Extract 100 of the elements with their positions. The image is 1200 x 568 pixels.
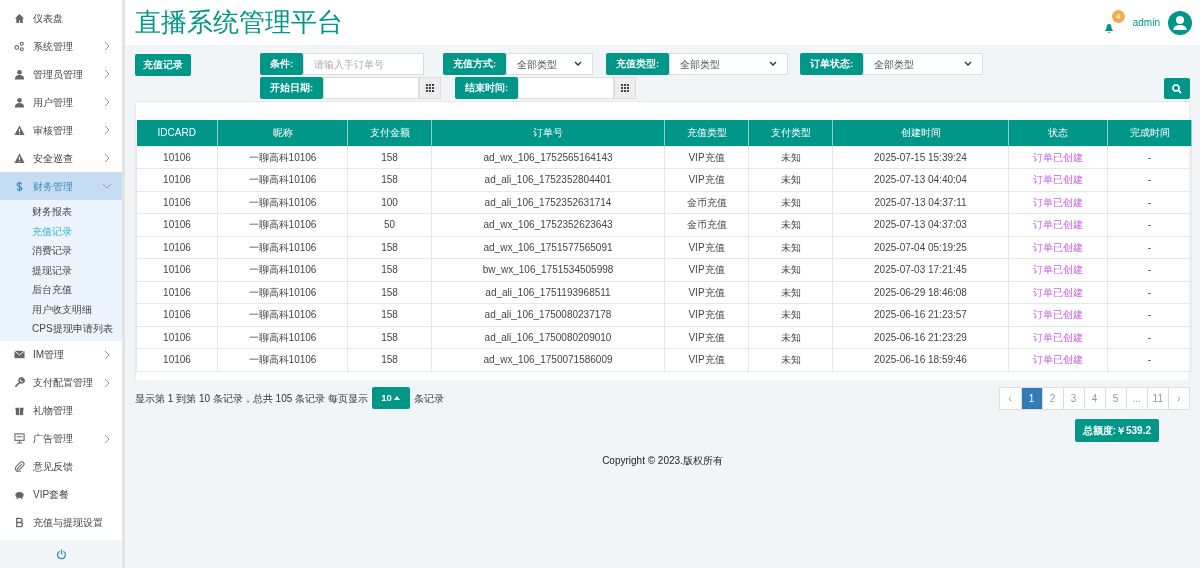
table-cell: 10106 (136, 168, 218, 191)
table-cell: - (1107, 348, 1192, 371)
table-cell: 未知 (748, 326, 833, 349)
date-field[interactable] (323, 77, 419, 99)
submenu-item[interactable]: 消费记录 (0, 241, 122, 261)
table-cell: ad_ali_106_1750080237178 (431, 303, 665, 326)
sidebar-item[interactable]: 意见反馈 (0, 452, 122, 481)
caret-icon (574, 61, 582, 67)
filter-label: 订单状态: (800, 53, 864, 75)
sidebar-item[interactable]: 安全巡查 (0, 144, 122, 172)
sidebar-item[interactable]: 充值与提现设置 (0, 508, 122, 537)
table-cell: 158 (347, 146, 432, 169)
page-link[interactable]: 1 (1020, 387, 1042, 409)
table-cell: ad_wx_106_1750071586009 (431, 348, 665, 371)
column-header: 完成时间 (1107, 120, 1192, 146)
table-cell: 未知 (748, 236, 833, 259)
date-field[interactable] (518, 77, 614, 99)
search-button[interactable] (1164, 78, 1190, 99)
sidebar-item[interactable]: 用户管理 (0, 88, 122, 116)
table-cell: 158 (347, 168, 432, 191)
sidebar-item[interactable]: 审核管理 (0, 116, 122, 144)
table-cell: - (1107, 191, 1192, 214)
chevron-icon (102, 125, 112, 135)
table-cell: 一聊高科10106 (217, 191, 348, 214)
avatar-icon[interactable] (1168, 10, 1192, 35)
column-header: IDCARD (136, 120, 218, 146)
sidebar-item[interactable]: 仪表盘 (0, 4, 122, 32)
submenu-item[interactable]: 提现记录 (0, 260, 122, 280)
table-cell: 158 (347, 236, 432, 259)
table-cell: 订单已创建 (1008, 258, 1108, 281)
table-cell: 未知 (748, 348, 833, 371)
sidebar-item[interactable]: 系统管理 (0, 32, 122, 60)
table-cell: 未知 (748, 168, 833, 191)
table-cell: ad_wx_106_1752352623643 (431, 213, 665, 236)
envelope-icon (14, 349, 25, 360)
type-dropdown[interactable]: 全部类型 (506, 53, 593, 75)
table-cell: 2025-07-03 17:21:45 (832, 258, 1009, 281)
user-name[interactable]: admin (1132, 15, 1160, 30)
table-cell: 158 (347, 326, 432, 349)
table-cell: 一聊高科10106 (217, 326, 348, 349)
type-dropdown[interactable]: 全部类型 (669, 53, 788, 75)
type-dropdown[interactable]: 全部类型 (863, 53, 983, 75)
user-icon (14, 68, 25, 80)
table-cell: bw_wx_106_1751534505998 (431, 258, 665, 281)
table-cell: 未知 (748, 258, 833, 281)
table-cell: 10106 (136, 146, 218, 169)
calendar-button[interactable] (614, 77, 636, 99)
sidebar-item[interactable]: 支付配置管理 (0, 368, 122, 397)
submenu-item[interactable]: CPS提现申请列表 (0, 319, 122, 339)
table-cell: 一聊高科10106 (217, 146, 348, 169)
grid-icon (426, 84, 434, 92)
column-header: 状态 (1008, 120, 1108, 146)
table-cell: - (1107, 258, 1192, 281)
table-cell: 订单已创建 (1008, 348, 1108, 371)
caret-icon (964, 61, 972, 67)
sidebar-item[interactable]: 管理员管理 (0, 60, 122, 88)
table-cell: 2025-06-29 18:46:08 (832, 281, 1009, 304)
wrench-icon (14, 377, 25, 388)
recharge-records-button[interactable]: 充值记录 (135, 54, 191, 76)
column-header: 创建时间 (832, 120, 1009, 146)
sidebar-item[interactable]: VIP套餐 (0, 480, 122, 509)
chevron-icon (102, 433, 112, 444)
table-cell: 一聊高科10106 (217, 303, 348, 326)
sidebar-item[interactable]: 礼物管理 (0, 396, 122, 425)
caret-icon (394, 396, 401, 401)
submenu-item[interactable]: 财务报表 (0, 202, 122, 222)
table-cell: VIP充值 (664, 303, 749, 326)
table-cell: - (1107, 146, 1192, 169)
table-cell: - (1107, 281, 1192, 304)
filter-label: 充值类型: (606, 53, 670, 75)
calendar-button[interactable] (419, 77, 441, 99)
table-cell: - (1107, 213, 1192, 236)
table-cell: VIP充值 (664, 168, 749, 191)
copyright-text: Copyright © 2023.版权所有 (602, 454, 723, 466)
table-cell: 2025-06-16 21:23:57 (832, 303, 1009, 326)
warning-icon (14, 152, 25, 164)
submenu-item[interactable]: 后台充值 (0, 280, 122, 300)
table-cell: 订单已创建 (1008, 146, 1108, 169)
column-header: 支付类型 (748, 120, 833, 146)
dollar-icon (14, 180, 25, 192)
sidebar-item[interactable]: IM管理 (0, 340, 122, 369)
table-cell: 一聊高科10106 (217, 281, 348, 304)
total-amount-button[interactable]: 总额度:￥539.2 (1074, 418, 1159, 442)
table-cell: - (1107, 168, 1192, 191)
table-cell: 金币充值 (664, 213, 749, 236)
page-size-dropdown[interactable]: 10 (371, 387, 410, 409)
table-cell: 10106 (136, 236, 218, 259)
sidebar-item[interactable]: 广告管理 (0, 424, 122, 453)
table-cell: 10106 (136, 258, 218, 281)
table-cell: 一聊高科10106 (217, 236, 348, 259)
table-cell: ad_ali_106_1752352631714 (431, 191, 665, 214)
caret-icon (769, 61, 777, 67)
table-cell: VIP充值 (664, 281, 749, 304)
table-cell: ad_wx_106_1752565164143 (431, 146, 665, 169)
table-cell: 2025-07-13 04:40:04 (832, 168, 1009, 191)
power-icon[interactable] (55, 548, 67, 560)
table-cell: ad_ali_106_1750080209010 (431, 326, 665, 349)
monitor-icon (14, 433, 25, 444)
submenu-item[interactable]: 用户收支明细 (0, 299, 122, 319)
table-cell: 10106 (136, 281, 218, 304)
